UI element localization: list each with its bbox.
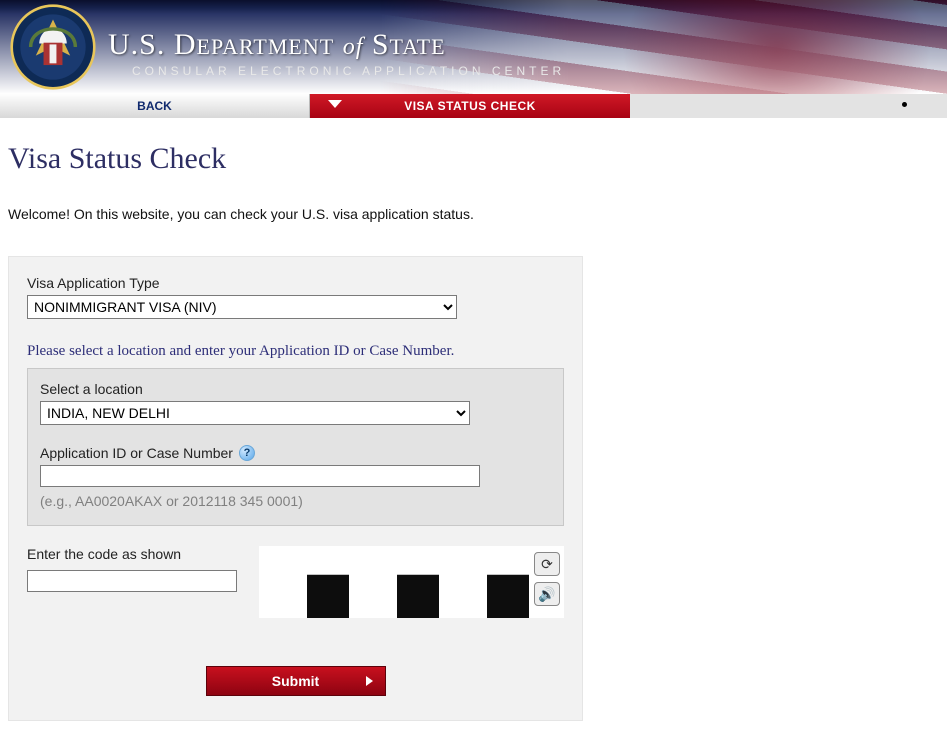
status-form-panel: Visa Application Type NONIMMIGRANT VISA … xyxy=(8,256,583,721)
nav-overflow-dot[interactable] xyxy=(902,102,907,107)
submit-label: Submit xyxy=(272,673,319,689)
chevron-down-icon xyxy=(328,100,342,108)
captcha-image: YJ63H ⟳ 🔊 xyxy=(259,546,564,618)
nav-active-tab[interactable]: VISA STATUS CHECK xyxy=(310,94,630,118)
nav-bar: BACK VISA STATUS CHECK xyxy=(0,94,947,118)
refresh-captcha-icon[interactable]: ⟳ xyxy=(534,552,560,576)
captcha-input[interactable] xyxy=(27,570,237,592)
audio-captcha-icon[interactable]: 🔊 xyxy=(534,582,560,606)
appid-example: (e.g., AA0020AKAX or 2012118 345 0001) xyxy=(40,493,551,509)
captcha-code-shown: YJ63H xyxy=(259,546,564,618)
us-seal-icon xyxy=(10,4,96,90)
submit-button[interactable]: Submit xyxy=(206,666,386,696)
location-label: Select a location xyxy=(40,381,551,397)
welcome-text: Welcome! On this website, you can check … xyxy=(8,206,939,222)
visa-type-label: Visa Application Type xyxy=(27,275,564,291)
arrow-right-icon xyxy=(366,676,373,686)
department-subtitle: CONSULAR ELECTRONIC APPLICATION CENTER xyxy=(132,64,565,78)
nav-active-label: VISA STATUS CHECK xyxy=(404,99,536,113)
department-title: U.S. DEPARTMENT of STATE xyxy=(108,28,446,62)
nav-spacer xyxy=(630,94,947,118)
help-icon[interactable]: ? xyxy=(239,445,255,461)
captcha-label: Enter the code as shown xyxy=(27,546,237,562)
page-title: Visa Status Check xyxy=(8,142,939,176)
location-select[interactable]: INDIA, NEW DELHI xyxy=(40,401,470,425)
nav-back-label: BACK xyxy=(137,99,172,113)
appid-label: Application ID or Case Number xyxy=(40,445,233,461)
appid-input[interactable] xyxy=(40,465,480,487)
nav-back[interactable]: BACK xyxy=(0,94,310,118)
header-banner: U.S. DEPARTMENT of STATE CONSULAR ELECTR… xyxy=(0,0,947,94)
visa-type-select[interactable]: NONIMMIGRANT VISA (NIV) xyxy=(27,295,457,319)
form-instruction: Please select a location and enter your … xyxy=(27,343,564,360)
location-appid-box: Select a location INDIA, NEW DELHI Appli… xyxy=(27,368,564,526)
